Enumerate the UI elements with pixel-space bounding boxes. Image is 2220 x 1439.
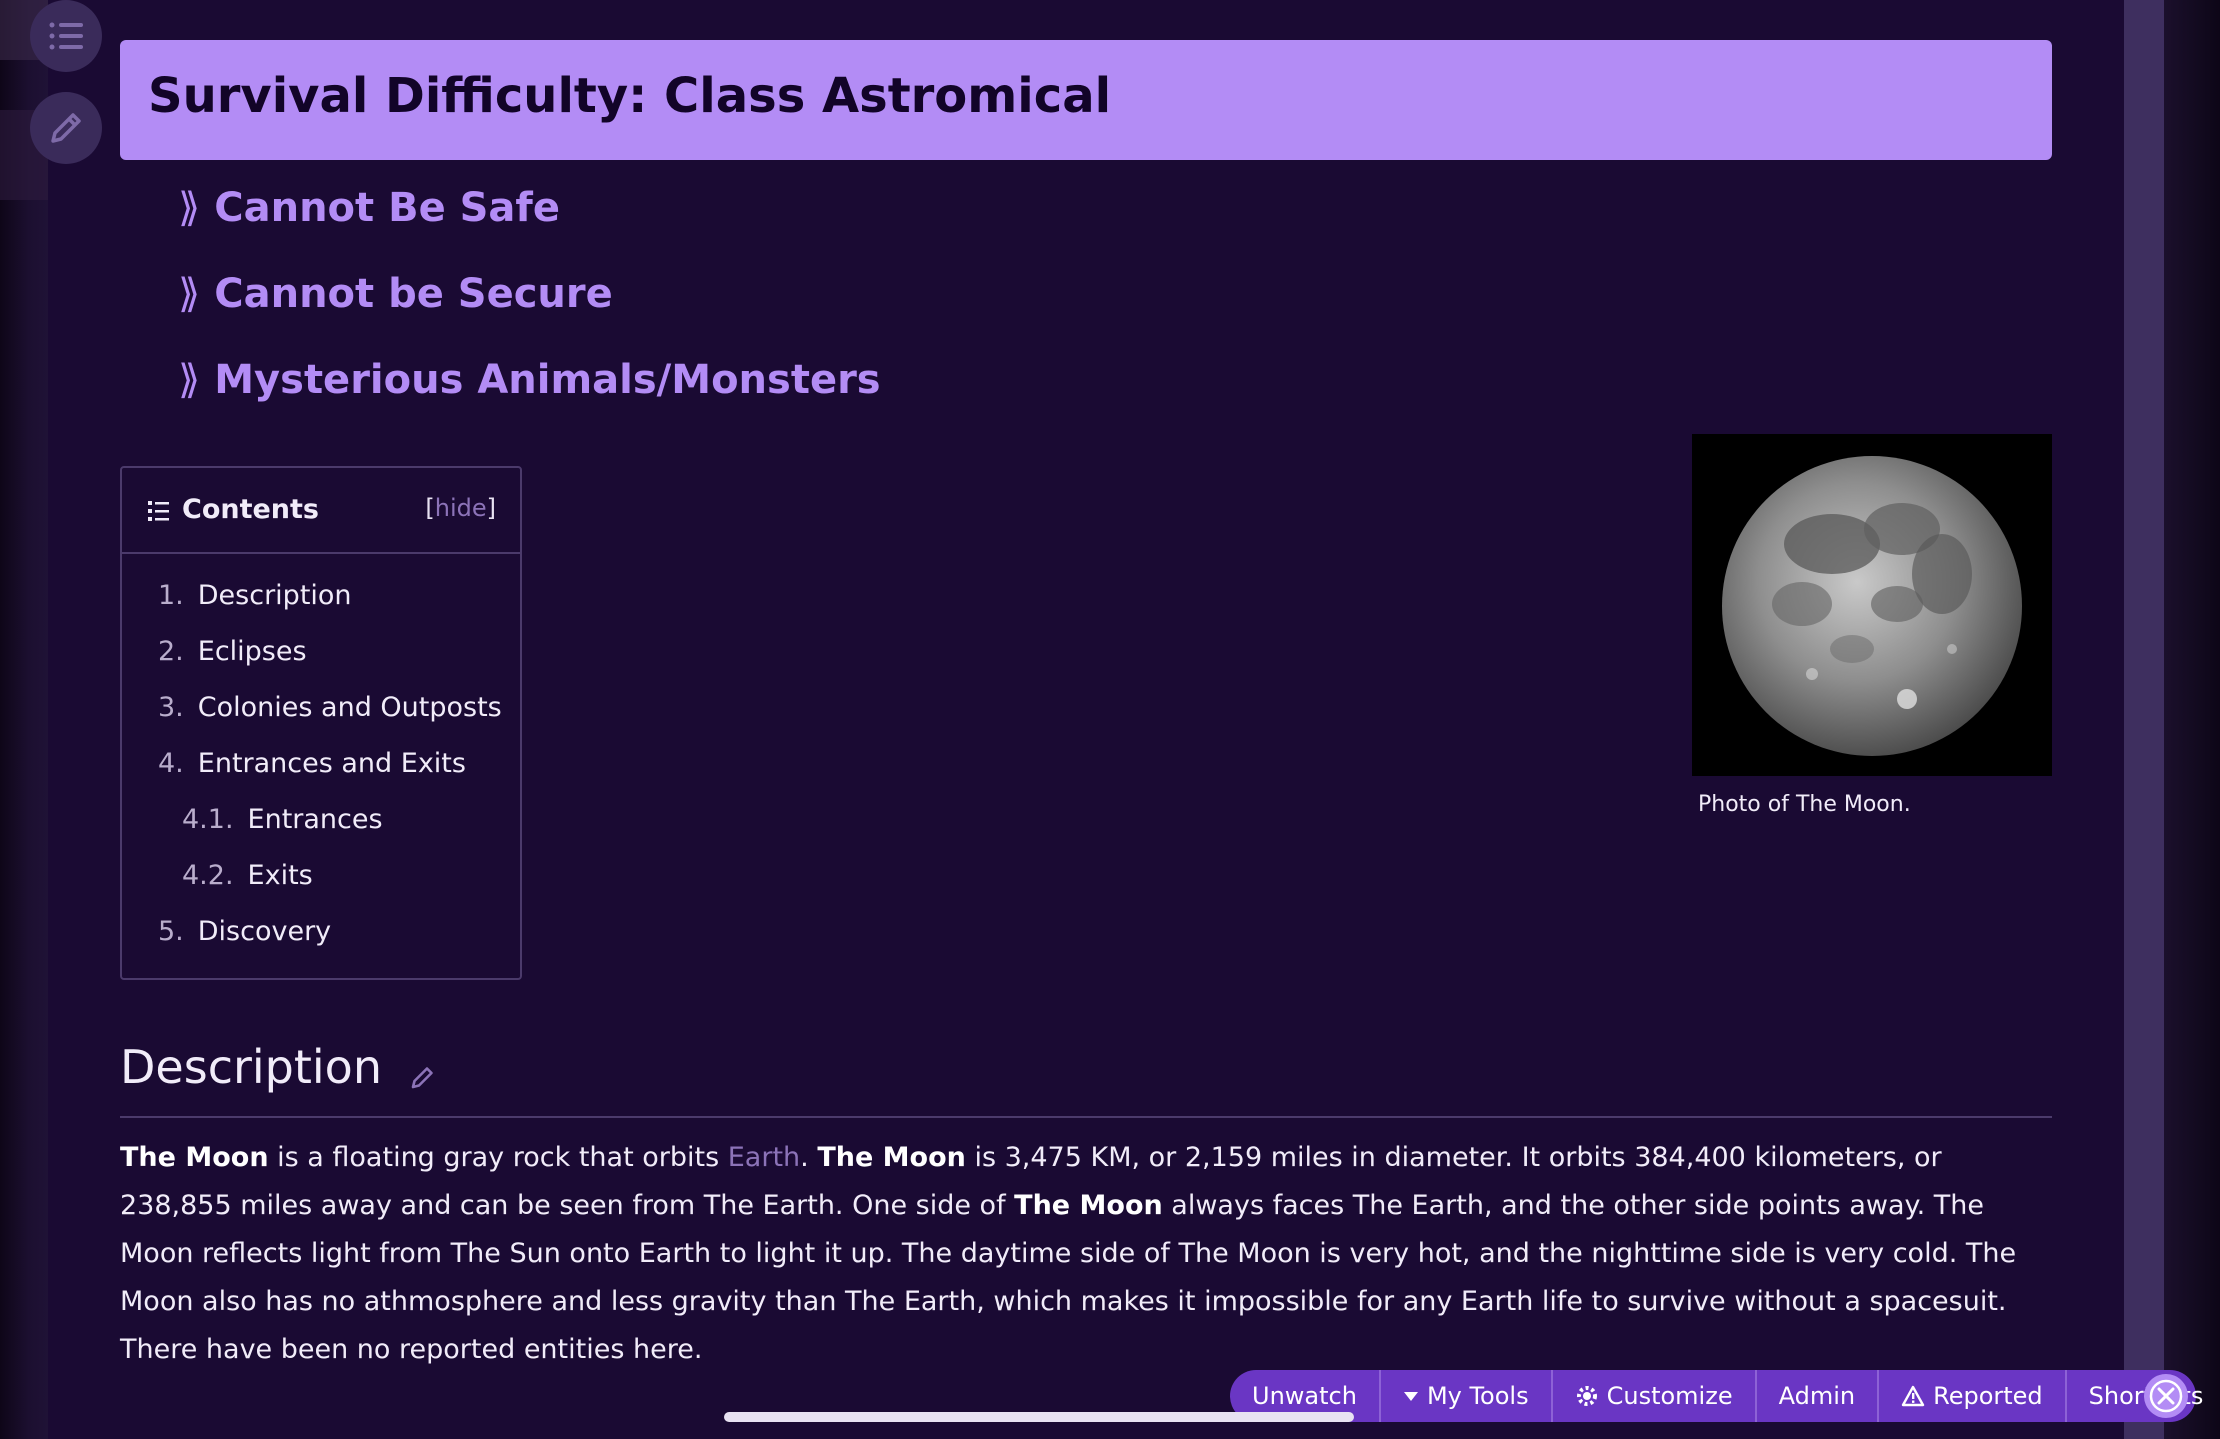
paragraph-text: is a floating gray rock that orbits xyxy=(268,1142,728,1173)
toc-item-number: 1. xyxy=(158,580,184,611)
pencil-icon[interactable] xyxy=(410,1064,436,1090)
customize-label: Customize xyxy=(1606,1382,1733,1410)
my-tools-button[interactable]: My Tools xyxy=(1381,1370,1553,1422)
toc-item-number: 5. xyxy=(158,916,184,947)
toc-item-colonies[interactable]: 3. Colonies and Outposts xyxy=(158,692,502,723)
edit-page-button[interactable] xyxy=(30,92,102,164)
chevron-double-right-icon: ⟫ xyxy=(178,185,201,231)
tag-link[interactable]: ⟫ Cannot Be Safe xyxy=(178,185,560,231)
tag-label: Mysterious Animals/Monsters xyxy=(214,357,881,403)
toc-item-eclipses[interactable]: 2. Eclipses xyxy=(158,636,307,667)
toc-item-label: Exits xyxy=(247,860,313,891)
moon-figure: Photo of The Moon. xyxy=(1692,434,2052,817)
toc-title: Contents xyxy=(182,494,320,525)
tag-link[interactable]: ⟫ Cannot be Secure xyxy=(178,271,613,317)
tag-link[interactable]: ⟫ Mysterious Animals/Monsters xyxy=(178,357,881,403)
bottom-toolbar: Unwatch My Tools Customize Admin Reporte… xyxy=(1230,1370,2203,1422)
toc-item-label: Entrances xyxy=(247,804,383,835)
warning-icon xyxy=(1901,1385,1925,1407)
toc-item-number: 4.1. xyxy=(182,804,234,835)
toc-item-description[interactable]: 1. Description xyxy=(158,580,352,611)
section-heading-description: Description xyxy=(120,1040,2052,1118)
chevron-double-right-icon: ⟫ xyxy=(178,271,201,317)
reported-label: Reported xyxy=(1933,1382,2043,1410)
tag-label: Cannot Be Safe xyxy=(214,185,560,231)
table-of-contents: Contents [hide] 1. Description 2. Eclipses… xyxy=(120,466,522,980)
right-backdrop xyxy=(2124,0,2220,1439)
section-title: Description xyxy=(120,1040,382,1094)
gear-icon xyxy=(1575,1384,1599,1408)
moon-photo xyxy=(1692,434,2052,776)
bracket: ] xyxy=(486,494,496,522)
bold-text: The Moon xyxy=(817,1142,966,1173)
earth-link[interactable]: Earth xyxy=(728,1142,800,1173)
my-tools-label: My Tools xyxy=(1426,1382,1529,1410)
admin-button[interactable]: Admin xyxy=(1757,1370,1880,1422)
caret-down-icon xyxy=(1403,1390,1419,1402)
toc-item-label: Discovery xyxy=(197,916,332,947)
toc-hide-link[interactable]: hide xyxy=(435,494,487,522)
toolbar-close-button[interactable] xyxy=(2144,1374,2188,1418)
toc-toggle-button[interactable] xyxy=(30,0,102,72)
toc-hide-toggle: [hide] xyxy=(425,494,496,522)
page-title-banner: Survival Difficulty: Class Astromical xyxy=(120,40,2052,160)
toc-item-label: Description xyxy=(197,580,352,611)
toc-item-label: Eclipses xyxy=(197,636,307,667)
left-backdrop xyxy=(0,0,48,1439)
reported-button[interactable]: Reported xyxy=(1879,1370,2067,1422)
bracket: [ xyxy=(425,494,435,522)
toc-item-label: Colonies and Outposts xyxy=(197,692,502,723)
toc-item-entrances-exits[interactable]: 4. Entrances and Exits xyxy=(158,748,466,779)
toc-item-number: 2. xyxy=(158,636,184,667)
page-title: Survival Difficulty: Class Astromical xyxy=(148,68,1112,124)
toc-item-number: 4. xyxy=(158,748,184,779)
moon-image[interactable] xyxy=(1692,434,2052,776)
tag-label: Cannot be Secure xyxy=(214,271,613,317)
customize-button[interactable]: Customize xyxy=(1553,1370,1757,1422)
toc-item-exits[interactable]: 4.2. Exits xyxy=(182,860,313,891)
description-paragraph: The Moon is a floating gray rock that or… xyxy=(120,1134,2052,1374)
list-icon xyxy=(148,501,169,521)
bold-text: The Moon xyxy=(120,1142,269,1173)
admin-label: Admin xyxy=(1778,1382,1856,1410)
right-rail xyxy=(2124,0,2164,1439)
right-edge xyxy=(2164,0,2220,1439)
toc-item-label: Entrances and Exits xyxy=(197,748,466,779)
bold-text: The Moon xyxy=(1014,1190,1163,1221)
chevron-double-right-icon: ⟫ xyxy=(178,357,201,403)
toc-item-number: 3. xyxy=(158,692,184,723)
toc-item-entrances[interactable]: 4.1. Entrances xyxy=(182,804,383,835)
paragraph-text: . xyxy=(800,1142,818,1173)
toc-item-number: 4.2. xyxy=(182,860,234,891)
toc-header: Contents [hide] xyxy=(122,468,520,554)
horizontal-scrollbar[interactable] xyxy=(724,1412,1354,1422)
toc-item-discovery[interactable]: 5. Discovery xyxy=(158,916,331,947)
list-icon xyxy=(49,22,83,50)
figure-caption: Photo of The Moon. xyxy=(1698,792,1911,817)
pencil-icon xyxy=(51,113,81,143)
unwatch-label: Unwatch xyxy=(1252,1382,1357,1410)
close-icon xyxy=(2149,1379,2183,1413)
